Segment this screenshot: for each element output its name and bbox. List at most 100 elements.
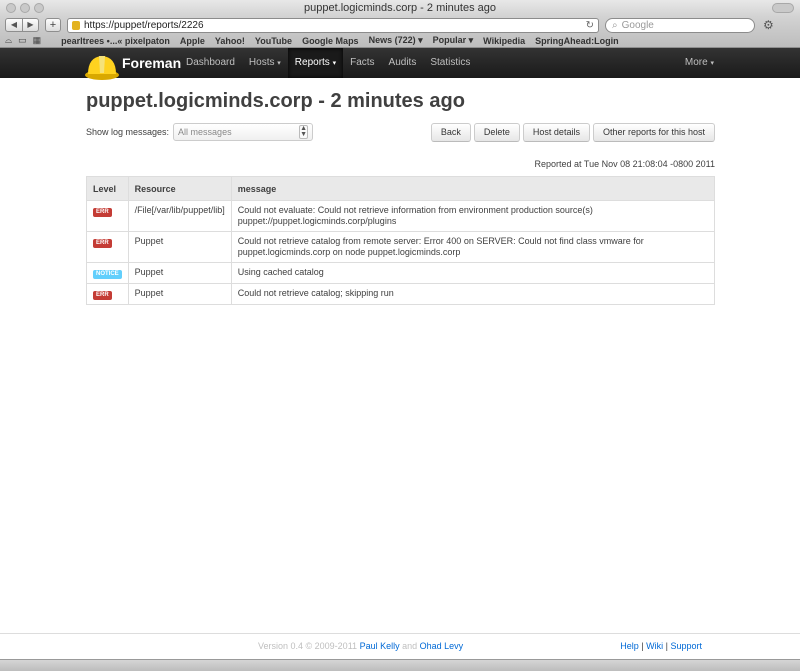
search-field[interactable]: ⌕ Google bbox=[605, 17, 755, 33]
bookmark-item[interactable]: News (722) ▾ bbox=[369, 35, 423, 46]
grid-icon[interactable]: ▦ bbox=[33, 35, 42, 46]
nav-more[interactable]: More ▾ bbox=[685, 48, 714, 79]
separator: | bbox=[665, 641, 668, 651]
footer-credits: Version 0.4 © 2009-2011 Paul Kelly and O… bbox=[258, 641, 463, 651]
nav-label: Hosts bbox=[248, 57, 275, 68]
toolbar-toggle-icon[interactable] bbox=[772, 3, 794, 13]
delete-button[interactable]: Delete bbox=[473, 122, 520, 142]
nav-label: Statistics bbox=[430, 57, 471, 68]
reported-at: Reported at Tue Nov 08 21:08:04 -0800 20… bbox=[534, 159, 715, 169]
log-filter-label: Show log messages: bbox=[86, 127, 170, 137]
browser-status-bar bbox=[0, 659, 800, 671]
wiki-link[interactable]: Wiki bbox=[646, 641, 663, 651]
window-controls bbox=[6, 3, 44, 13]
support-link[interactable]: Support bbox=[670, 641, 702, 651]
search-icon: ⌕ bbox=[612, 19, 618, 31]
level-cell: NOTICE bbox=[86, 262, 129, 284]
select-arrows-icon: ▲ ▼ bbox=[299, 125, 309, 139]
help-link[interactable]: Help bbox=[620, 641, 639, 651]
url-text[interactable]: https://puppet/reports/2226 bbox=[84, 20, 586, 31]
message-cell: Using cached catalog bbox=[230, 262, 716, 284]
nav-statistics[interactable]: Statistics bbox=[423, 48, 477, 78]
nav-audits[interactable]: Audits bbox=[382, 48, 424, 78]
forward-arrow-icon[interactable]: ▶ bbox=[22, 19, 38, 31]
zoom-window-icon[interactable] bbox=[34, 3, 44, 13]
caret-down-icon: ▾ bbox=[332, 60, 337, 67]
nav-facts[interactable]: Facts bbox=[343, 48, 381, 78]
nav-label: Dashboard bbox=[186, 57, 235, 68]
log-level-select[interactable]: All messages ▲ ▼ bbox=[173, 123, 314, 141]
level-badge: ERR bbox=[93, 291, 112, 300]
back-button[interactable]: Back bbox=[430, 122, 471, 142]
version-text: Version 0.4 © 2009-2011 bbox=[258, 641, 358, 651]
separator: | bbox=[641, 641, 644, 651]
level-cell: ERR bbox=[86, 283, 129, 305]
caret-down-icon: ▾ bbox=[277, 60, 281, 67]
resource-cell: Puppet bbox=[127, 262, 232, 284]
table-row: ERR /File[/var/lib/puppet/lib] Could not… bbox=[86, 200, 716, 232]
bookmark-item[interactable]: Wikipedia bbox=[483, 36, 525, 46]
address-bar[interactable]: https://puppet/reports/2226 ↻ bbox=[67, 17, 599, 33]
table-row: ERR Puppet Could not retrieve catalog; s… bbox=[86, 283, 716, 305]
action-buttons: Back Delete Host details Other reports f… bbox=[430, 122, 715, 142]
lock-icon bbox=[72, 20, 80, 30]
table-row: NOTICE Puppet Using cached catalog bbox=[86, 262, 716, 284]
bookmark-item[interactable]: Google Maps bbox=[302, 36, 359, 46]
column-header-message[interactable]: message bbox=[230, 176, 716, 201]
level-cell: ERR bbox=[86, 200, 129, 232]
resource-cell: Puppet bbox=[127, 231, 232, 263]
bookmark-item[interactable]: YouTube bbox=[255, 36, 292, 46]
report-content: puppet.logicminds.corp - 2 minutes ago S… bbox=[86, 89, 716, 305]
table-header-row: Level Resource message bbox=[86, 176, 716, 201]
bookmark-item[interactable]: Apple bbox=[180, 36, 205, 46]
level-badge: NOTICE bbox=[93, 270, 122, 279]
gear-icon[interactable]: ⚙ bbox=[763, 18, 774, 32]
author-link[interactable]: Ohad Levy bbox=[420, 641, 464, 651]
reading-glasses-icon[interactable]: ⌓ bbox=[5, 35, 12, 46]
bookmark-item[interactable]: SpringAhead:Login bbox=[535, 36, 619, 46]
nav-label: Reports bbox=[294, 57, 330, 68]
nav-more-label: More bbox=[684, 57, 708, 68]
bookmark-item[interactable]: Popular ▾ bbox=[433, 35, 474, 46]
resource-cell: Puppet bbox=[127, 283, 232, 305]
author-link[interactable]: Paul Kelly bbox=[360, 641, 400, 651]
message-cell: Could not evaluate: Could not retrieve i… bbox=[230, 200, 716, 232]
history-buttons: ◀ ▶ bbox=[5, 18, 39, 32]
host-details-button[interactable]: Host details bbox=[522, 122, 590, 142]
app-navbar: Foreman Dashboard Hosts ▾ Reports ▾ Fact… bbox=[0, 48, 800, 81]
resource-cell: /File[/var/lib/puppet/lib] bbox=[127, 200, 232, 232]
main-nav: Dashboard Hosts ▾ Reports ▾ Facts Audits… bbox=[179, 48, 477, 78]
nav-hosts[interactable]: Hosts ▾ bbox=[242, 48, 288, 78]
nav-label: Audits bbox=[388, 57, 417, 68]
level-badge: ERR bbox=[93, 239, 112, 248]
window-title: puppet.logicminds.corp - 2 minutes ago bbox=[304, 2, 496, 14]
bookmark-item[interactable]: Yahoo! bbox=[215, 36, 245, 46]
brand-name[interactable]: Foreman bbox=[122, 48, 181, 78]
table-row: ERR Puppet Could not retrieve catalog fr… bbox=[86, 231, 716, 263]
reload-icon[interactable]: ↻ bbox=[586, 20, 594, 31]
page-footer: Version 0.4 © 2009-2011 Paul Kelly and O… bbox=[0, 633, 800, 657]
window-titlebar: puppet.logicminds.corp - 2 minutes ago bbox=[0, 0, 800, 16]
open-book-icon[interactable]: ▭ bbox=[18, 35, 27, 46]
nav-dashboard[interactable]: Dashboard bbox=[179, 48, 242, 78]
add-bookmark-button[interactable]: + bbox=[45, 18, 61, 32]
bookmarks-bar: ⌓ ▭ ▦ pearltrees •...« pixelpaton Apple … bbox=[0, 34, 800, 48]
footer-links: Help | Wiki | Support bbox=[620, 641, 702, 651]
log-table: Level Resource message ERR /File[/var/li… bbox=[86, 176, 716, 305]
hardhat-logo-icon[interactable] bbox=[84, 51, 120, 81]
minimize-window-icon[interactable] bbox=[20, 3, 30, 13]
nav-reports[interactable]: Reports ▾ bbox=[287, 48, 344, 78]
search-placeholder: Google bbox=[621, 19, 654, 31]
message-cell: Could not retrieve catalog; skipping run bbox=[230, 283, 716, 305]
caret-down-icon: ▾ bbox=[710, 60, 714, 67]
level-badge: ERR bbox=[93, 208, 112, 217]
bookmark-item[interactable]: pearltrees •...« pixelpaton bbox=[61, 36, 170, 46]
and-text: and bbox=[402, 641, 418, 651]
back-arrow-icon[interactable]: ◀ bbox=[6, 19, 22, 31]
close-window-icon[interactable] bbox=[6, 3, 16, 13]
column-header-level[interactable]: Level bbox=[86, 176, 129, 201]
nav-label: Facts bbox=[350, 57, 375, 68]
page-title: puppet.logicminds.corp - 2 minutes ago bbox=[86, 90, 465, 112]
other-reports-button[interactable]: Other reports for this host bbox=[592, 122, 715, 142]
column-header-resource[interactable]: Resource bbox=[127, 176, 232, 201]
